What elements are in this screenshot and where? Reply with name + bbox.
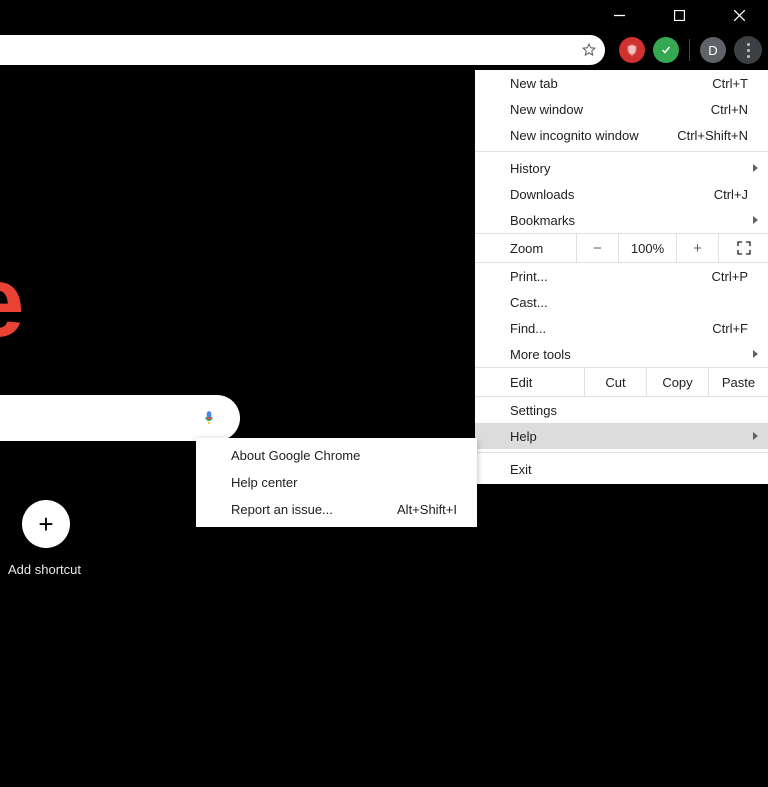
zoom-out-button[interactable]: − xyxy=(576,234,618,262)
profile-avatar[interactable]: D xyxy=(700,37,726,63)
extension-icon-1[interactable] xyxy=(619,37,645,63)
maximize-icon xyxy=(674,10,685,21)
menu-zoom-row: Zoom − 100% + xyxy=(475,233,768,263)
menu-help[interactable]: Help xyxy=(475,423,768,449)
google-logo-fragment: gle xyxy=(0,245,20,360)
close-icon xyxy=(734,10,745,21)
chevron-right-icon xyxy=(753,350,758,358)
add-shortcut[interactable]: + Add shortcut xyxy=(20,500,72,577)
edit-copy[interactable]: Copy xyxy=(646,368,708,396)
fullscreen-icon xyxy=(736,240,752,256)
menu-edit-row: Edit Cut Copy Paste xyxy=(475,367,768,397)
edit-cut[interactable]: Cut xyxy=(584,368,646,396)
menu-new-incognito[interactable]: New incognito window Ctrl+Shift+N xyxy=(475,122,768,148)
shield-icon xyxy=(625,43,639,57)
menu-find[interactable]: Find... Ctrl+F xyxy=(475,315,768,341)
browser-toolbar: D xyxy=(0,30,768,70)
extension-icon-2[interactable] xyxy=(653,37,679,63)
menu-more-tools[interactable]: More tools xyxy=(475,341,768,367)
search-box[interactable] xyxy=(0,395,240,441)
vertical-dots-icon xyxy=(747,43,750,58)
zoom-in-button[interactable]: + xyxy=(676,234,718,262)
plus-icon: + xyxy=(22,500,70,548)
zoom-label: Zoom xyxy=(475,241,576,256)
zoom-value: 100% xyxy=(618,234,676,262)
menu-print[interactable]: Print... Ctrl+P xyxy=(475,263,768,289)
submenu-help-center[interactable]: Help center xyxy=(196,469,477,496)
main-menu: New tab Ctrl+T New window Ctrl+N New inc… xyxy=(475,70,768,484)
help-submenu: About Google Chrome Help center Report a… xyxy=(196,438,477,527)
toolbar-divider xyxy=(689,39,690,61)
menu-bookmarks[interactable]: Bookmarks xyxy=(475,207,768,233)
main-menu-button[interactable] xyxy=(734,36,762,64)
checkmark-icon xyxy=(660,44,672,56)
add-shortcut-label: Add shortcut xyxy=(8,562,72,577)
chevron-right-icon xyxy=(753,432,758,440)
chevron-right-icon xyxy=(753,216,758,224)
edit-paste[interactable]: Paste xyxy=(708,368,768,396)
menu-new-window[interactable]: New window Ctrl+N xyxy=(475,96,768,122)
menu-separator xyxy=(475,151,768,152)
bookmark-star-icon[interactable] xyxy=(581,42,597,58)
menu-cast[interactable]: Cast... xyxy=(475,289,768,315)
menu-separator xyxy=(475,452,768,453)
menu-settings[interactable]: Settings xyxy=(475,397,768,423)
submenu-report-issue[interactable]: Report an issue... Alt+Shift+I xyxy=(196,496,477,523)
fullscreen-button[interactable] xyxy=(718,234,768,262)
close-button[interactable] xyxy=(718,0,760,30)
menu-exit[interactable]: Exit xyxy=(475,456,768,482)
menu-downloads[interactable]: Downloads Ctrl+J xyxy=(475,181,768,207)
chevron-right-icon xyxy=(753,164,758,172)
voice-search-icon[interactable] xyxy=(200,407,218,429)
minimize-icon xyxy=(614,10,625,21)
edit-label: Edit xyxy=(475,368,584,396)
maximize-button[interactable] xyxy=(658,0,700,30)
menu-history[interactable]: History xyxy=(475,155,768,181)
address-bar[interactable] xyxy=(0,35,605,65)
menu-new-tab[interactable]: New tab Ctrl+T xyxy=(475,70,768,96)
window-titlebar xyxy=(0,0,768,30)
submenu-about[interactable]: About Google Chrome xyxy=(196,442,477,469)
minimize-button[interactable] xyxy=(598,0,640,30)
